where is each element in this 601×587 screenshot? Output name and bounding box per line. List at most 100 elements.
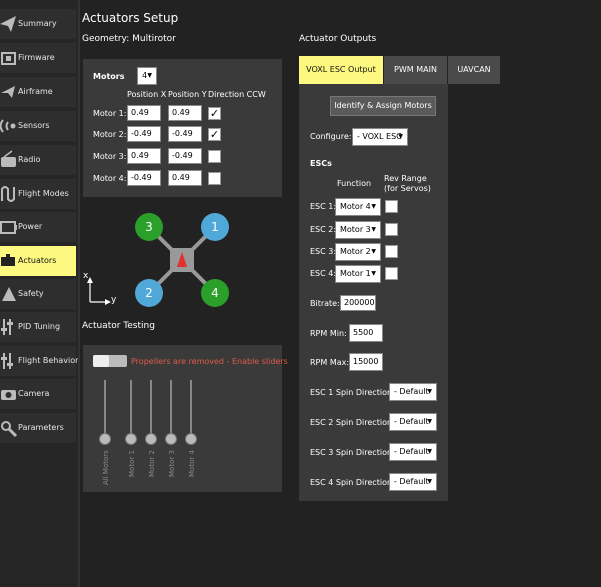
sidebar-item-label: Airframe — [18, 87, 53, 96]
axis-y-label: y — [111, 295, 117, 305]
slider-motor-2[interactable] — [145, 433, 157, 445]
geometry-diagram: 3 1 2 4 x y — [83, 207, 282, 317]
slider-label: Motor 1 — [128, 450, 136, 477]
bitrate-label: Bitrate: — [310, 299, 340, 308]
esc-3-spin-direction-select[interactable]: - Default ▼ — [389, 443, 437, 461]
esc-spin-direction-label: ESC 4 Spin Direction: — [310, 478, 395, 487]
motor-4-position-y[interactable]: 0.49 — [168, 170, 202, 186]
sidebar-item-power[interactable]: Power — [0, 212, 76, 242]
slider-track — [104, 380, 106, 440]
outputs-panel: Identify & Assign Motors Configure: - VO… — [299, 84, 448, 501]
toggle-knob — [93, 355, 109, 367]
esc-1-spin-direction-select[interactable]: - Default ▼ — [389, 383, 437, 401]
sidebar-item-label: Flight Behavior — [18, 356, 79, 365]
escs-title: ESCs — [310, 159, 332, 168]
motor-4-position-x[interactable]: -0.49 — [127, 170, 161, 186]
esc-3-rev-checkbox[interactable] — [385, 245, 398, 258]
motor-1-position-y[interactable]: 0.49 — [168, 105, 202, 121]
sidebar: Summary Firmware Airframe Sensors Radio … — [0, 0, 78, 587]
esc-label: ESC 1: — [310, 202, 337, 211]
motors-count-value: 4 — [142, 71, 148, 80]
tab-voxl-esc-output[interactable]: VOXL ESC Output — [299, 56, 383, 84]
rotor-3-label: 3 — [145, 220, 153, 234]
motor-2-ccw-checkbox[interactable]: ✓ — [208, 128, 221, 141]
motor-3-position-y[interactable]: -0.49 — [168, 148, 202, 164]
sidebar-item-flight-behavior[interactable]: Flight Behavior — [0, 346, 79, 376]
configure-select[interactable]: - VOXL ESC ▼ — [352, 128, 408, 146]
sidebar-item-label: Power — [18, 222, 43, 231]
bitrate-field[interactable]: 2000000 — [340, 295, 376, 311]
tab-pwm-main[interactable]: PWM MAIN — [384, 56, 447, 84]
esc-2-spin-direction-select[interactable]: - Default ▼ — [389, 413, 437, 431]
firmware-icon — [1, 52, 16, 65]
sidebar-item-summary[interactable]: Summary — [0, 9, 76, 39]
sidebar-item-label: Camera — [18, 389, 50, 398]
motor-3-ccw-checkbox[interactable] — [208, 150, 221, 163]
slider-motor-4[interactable] — [185, 433, 197, 445]
slider-label: Motor 3 — [168, 450, 176, 477]
esc-2-function-select[interactable]: Motor 3 ▼ — [335, 221, 381, 239]
paper-plane-icon — [0, 16, 16, 32]
sidebar-item-airframe[interactable]: Airframe — [0, 77, 76, 107]
slider-track — [150, 380, 152, 440]
power-icon — [0, 221, 17, 234]
safety-icon — [2, 287, 16, 301]
sidebar-item-flight-modes[interactable]: Flight Modes — [0, 179, 76, 209]
esc-4-rev-checkbox[interactable] — [385, 267, 398, 280]
motor-1-ccw-checkbox[interactable]: ✓ — [208, 107, 221, 120]
esc-4-function-select[interactable]: Motor 1 ▼ — [335, 265, 381, 283]
pid-tuning-icon — [1, 319, 13, 335]
sidebar-item-camera[interactable]: Camera — [0, 379, 76, 409]
rpm-min-field[interactable]: 5500 — [349, 324, 383, 342]
sidebar-item-pid-tuning[interactable]: PID Tuning — [0, 312, 76, 342]
chevron-down-icon: ▼ — [371, 248, 376, 255]
geometry-title: Geometry: Multirotor — [82, 34, 176, 44]
motors-count-select[interactable]: 4 ▼ — [137, 67, 157, 85]
sidebar-item-actuators[interactable]: Actuators — [0, 246, 76, 276]
sidebar-item-label: Summary — [18, 19, 57, 28]
propellers-warning: Propellers are removed - Enable sliders — [131, 357, 288, 366]
motor-4-ccw-checkbox[interactable] — [208, 172, 221, 185]
rpm-max-label: RPM Max: — [310, 358, 350, 367]
sidebar-item-parameters[interactable]: Parameters — [0, 413, 76, 443]
sidebar-item-safety[interactable]: Safety — [0, 279, 76, 309]
axis-x-label: x — [83, 271, 89, 281]
esc-4-spin-direction-select[interactable]: - Default ▼ — [389, 473, 437, 491]
esc-3-function-value: Motor 2 — [340, 247, 371, 256]
sidebar-item-sensors[interactable]: Sensors — [0, 111, 76, 141]
slider-motor-3[interactable] — [165, 433, 177, 445]
tab-uavcan[interactable]: UAVCAN — [448, 56, 500, 84]
column-position-y: Position Y — [168, 90, 207, 99]
motor-2-position-x[interactable]: -0.49 — [127, 126, 161, 142]
rotor-1: 1 — [201, 213, 229, 241]
motor-1-position-x[interactable]: 0.49 — [127, 105, 161, 121]
esc-1-function-select[interactable]: Motor 4 ▼ — [335, 198, 381, 216]
esc-1-rev-checkbox[interactable] — [385, 200, 398, 213]
slider-motor-1[interactable] — [125, 433, 137, 445]
chevron-down-icon: ▼ — [371, 270, 376, 277]
actuators-icon — [1, 254, 15, 266]
motor-3-position-x[interactable]: 0.49 — [127, 148, 161, 164]
sidebar-item-radio[interactable]: Radio — [0, 145, 76, 175]
testing-panel: Propellers are removed - Enable sliders … — [83, 345, 288, 492]
slider-all-motors[interactable] — [99, 433, 111, 445]
sidebar-item-label: Radio — [18, 155, 41, 164]
sidebar-item-label: Actuators — [18, 256, 57, 265]
esc-label: ESC 3: — [310, 247, 337, 256]
chevron-down-icon: ▼ — [147, 72, 152, 79]
camera-icon — [1, 390, 16, 400]
sidebar-divider — [78, 0, 80, 587]
esc-2-rev-checkbox[interactable] — [385, 223, 398, 236]
esc-4-spin-direction-value: - Default — [394, 477, 429, 486]
enable-sliders-toggle[interactable] — [93, 355, 127, 367]
chevron-down-icon: ▼ — [427, 448, 432, 455]
sidebar-item-firmware[interactable]: Firmware — [0, 43, 76, 73]
identify-assign-motors-button[interactable]: Identify & Assign Motors — [330, 96, 436, 116]
flight-behavior-icon — [1, 353, 13, 369]
motor-2-position-y[interactable]: -0.49 — [168, 126, 202, 142]
esc-spin-direction-label: ESC 2 Spin Direction: — [310, 418, 395, 427]
configure-label: Configure: — [310, 132, 352, 141]
testing-title: Actuator Testing — [82, 321, 155, 331]
esc-3-function-select[interactable]: Motor 2 ▼ — [335, 243, 381, 261]
rpm-max-field[interactable]: 15000 — [349, 353, 383, 371]
